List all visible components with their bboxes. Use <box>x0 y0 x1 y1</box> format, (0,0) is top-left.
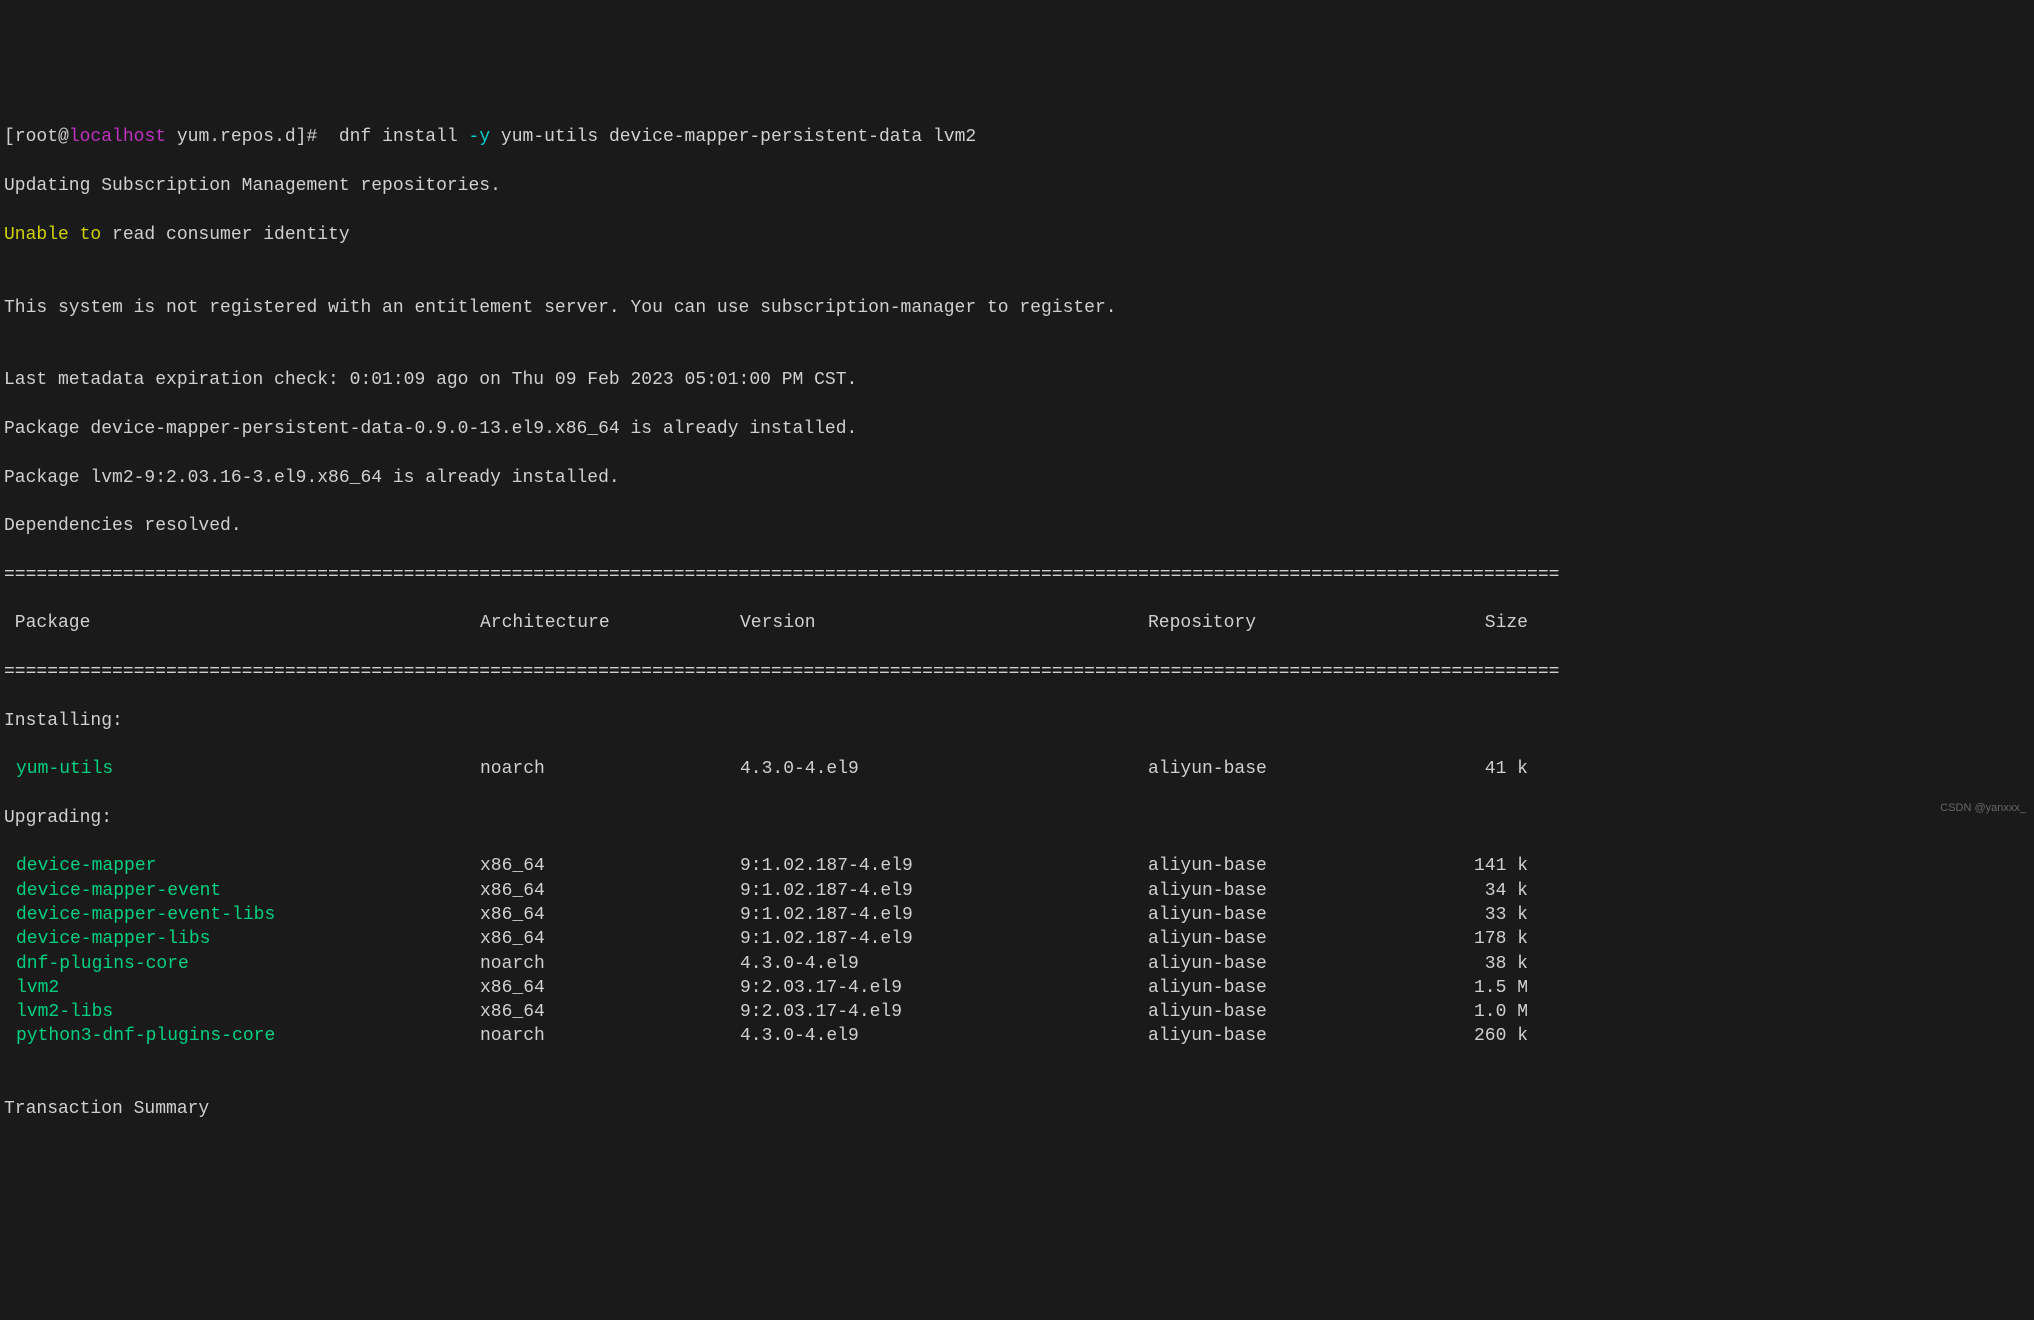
package-repo: aliyun-base <box>1148 952 1472 976</box>
table-row: dnf-plugins-corenoarch4.3.0-4.el9aliyun-… <box>4 952 2030 976</box>
output-line: Package device-mapper-persistent-data-0.… <box>4 417 2030 441</box>
row-indent <box>4 1000 16 1024</box>
package-version: 9:2.03.17-4.el9 <box>740 976 1148 1000</box>
package-repo: aliyun-base <box>1148 854 1472 878</box>
package-version: 4.3.0-4.el9 <box>740 757 1148 781</box>
package-size: 34 k <box>1472 879 1528 903</box>
header-size: Size <box>1472 611 1528 635</box>
package-arch: noarch <box>480 757 740 781</box>
output-line: Last metadata expiration check: 0:01:09 … <box>4 368 2030 392</box>
package-size: 1.0 M <box>1472 1000 1528 1024</box>
prompt-host: localhost <box>69 127 166 147</box>
table-row: device-mapper-event-libsx86_649:1.02.187… <box>4 903 2030 927</box>
warning-text: Unable to <box>4 225 101 245</box>
package-repo: aliyun-base <box>1148 1000 1472 1024</box>
output-line: Package lvm2-9:2.03.16-3.el9.x86_64 is a… <box>4 466 2030 490</box>
header-repo: Repository <box>1148 611 1472 635</box>
terminal-output: [root@localhost yum.repos.d]# dnf instal… <box>4 101 2030 1146</box>
table-row: python3-dnf-plugins-corenoarch4.3.0-4.el… <box>4 1024 2030 1048</box>
header-package: Package <box>4 611 480 635</box>
row-indent <box>4 952 16 976</box>
output-line: Dependencies resolved. <box>4 514 2030 538</box>
package-size: 38 k <box>1472 952 1528 976</box>
table-header: PackageArchitectureVersionRepositorySize <box>4 611 2030 635</box>
prompt-close: ]# <box>296 127 328 147</box>
prompt-bracket: [ <box>4 127 15 147</box>
output-text: read consumer identity <box>101 225 349 245</box>
prompt-path: yum.repos.d <box>166 127 296 147</box>
package-name: python3-dnf-plugins-core <box>16 1024 480 1048</box>
table-row: device-mapper-eventx86_649:1.02.187-4.el… <box>4 879 2030 903</box>
package-repo: aliyun-base <box>1148 903 1472 927</box>
package-version: 9:1.02.187-4.el9 <box>740 854 1148 878</box>
package-arch: noarch <box>480 952 740 976</box>
package-arch: x86_64 <box>480 903 740 927</box>
output-line: Updating Subscription Management reposit… <box>4 174 2030 198</box>
package-arch: x86_64 <box>480 1000 740 1024</box>
package-version: 9:1.02.187-4.el9 <box>740 903 1148 927</box>
package-version: 9:1.02.187-4.el9 <box>740 927 1148 951</box>
package-size: 33 k <box>1472 903 1528 927</box>
package-size: 1.5 M <box>1472 976 1528 1000</box>
output-line: Transaction Summary <box>4 1097 2030 1121</box>
table-row: lvm2x86_649:2.03.17-4.el9aliyun-base1.5 … <box>4 976 2030 1000</box>
package-arch: x86_64 <box>480 854 740 878</box>
package-name: device-mapper-event <box>16 879 480 903</box>
table-row: device-mapperx86_649:1.02.187-4.el9aliyu… <box>4 854 2030 878</box>
row-indent <box>4 1024 16 1048</box>
package-arch: x86_64 <box>480 976 740 1000</box>
prompt-line: [root@localhost yum.repos.d]# dnf instal… <box>4 125 2030 149</box>
package-size: 178 k <box>1472 927 1528 951</box>
command-text: dnf install <box>328 127 468 147</box>
package-version: 4.3.0-4.el9 <box>740 1024 1148 1048</box>
prompt-user: root@ <box>15 127 69 147</box>
package-size: 41 k <box>1472 757 1528 781</box>
watermark: CSDN @yanxxx_ <box>1940 801 2026 816</box>
table-row: lvm2-libsx86_649:2.03.17-4.el9aliyun-bas… <box>4 1000 2030 1024</box>
table-row: yum-utilsnoarch4.3.0-4.el9aliyun-base41 … <box>4 757 2030 781</box>
table-row: device-mapper-libsx86_649:1.02.187-4.el9… <box>4 927 2030 951</box>
package-size: 141 k <box>1472 854 1528 878</box>
package-name: device-mapper-libs <box>16 927 480 951</box>
package-name: dnf-plugins-core <box>16 952 480 976</box>
package-repo: aliyun-base <box>1148 879 1472 903</box>
package-version: 9:2.03.17-4.el9 <box>740 1000 1148 1024</box>
row-indent <box>4 854 16 878</box>
package-repo: aliyun-base <box>1148 927 1472 951</box>
package-repo: aliyun-base <box>1148 1024 1472 1048</box>
header-version: Version <box>740 611 1148 635</box>
package-arch: x86_64 <box>480 879 740 903</box>
package-size: 260 k <box>1472 1024 1528 1048</box>
divider-line: ========================================… <box>4 660 2030 684</box>
package-name: lvm2-libs <box>16 1000 480 1024</box>
command-args: yum-utils device-mapper-persistent-data … <box>490 127 976 147</box>
output-line: This system is not registered with an en… <box>4 296 2030 320</box>
package-name: lvm2 <box>16 976 480 1000</box>
row-indent <box>4 976 16 1000</box>
row-indent <box>4 879 16 903</box>
command-flag: -y <box>469 127 491 147</box>
package-name: device-mapper <box>16 854 480 878</box>
section-label: Upgrading: <box>4 806 2030 830</box>
row-indent <box>4 903 16 927</box>
package-repo: aliyun-base <box>1148 976 1472 1000</box>
package-version: 9:1.02.187-4.el9 <box>740 879 1148 903</box>
package-arch: x86_64 <box>480 927 740 951</box>
row-indent <box>4 927 16 951</box>
divider-line: ========================================… <box>4 563 2030 587</box>
package-arch: noarch <box>480 1024 740 1048</box>
header-arch: Architecture <box>480 611 740 635</box>
package-name: device-mapper-event-libs <box>16 903 480 927</box>
package-repo: aliyun-base <box>1148 757 1472 781</box>
package-version: 4.3.0-4.el9 <box>740 952 1148 976</box>
output-line: Unable to read consumer identity <box>4 223 2030 247</box>
row-indent <box>4 757 16 781</box>
section-label: Installing: <box>4 709 2030 733</box>
package-name: yum-utils <box>16 757 480 781</box>
